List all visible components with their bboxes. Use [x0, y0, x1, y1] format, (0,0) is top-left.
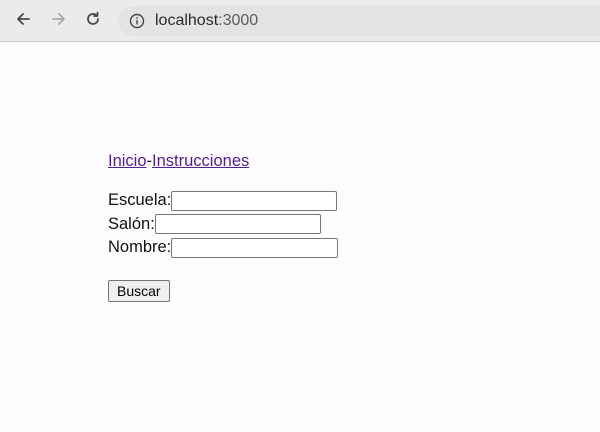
forward-button[interactable]	[48, 10, 70, 32]
reload-button[interactable]	[82, 10, 104, 32]
url-host: localhost	[155, 12, 219, 29]
info-icon[interactable]	[128, 12, 146, 30]
reload-icon	[84, 10, 102, 33]
buscar-button[interactable]: Buscar	[108, 279, 170, 302]
nombre-label: Nombre:	[108, 238, 172, 257]
nombre-row: Nombre:	[108, 236, 339, 260]
back-button[interactable]	[12, 10, 34, 32]
forward-arrow-icon	[50, 10, 68, 33]
address-bar[interactable]: localhost:3000	[118, 6, 600, 36]
instrucciones-link[interactable]: Instrucciones	[152, 152, 249, 170]
salon-input[interactable]	[154, 214, 321, 235]
url-text: localhost:3000	[155, 12, 258, 30]
back-arrow-icon	[14, 10, 32, 33]
escuela-row: Escuela:	[108, 189, 338, 213]
escuela-label: Escuela:	[108, 191, 172, 210]
inicio-link[interactable]: Inicio	[108, 152, 147, 170]
page-content: Inicio-Instrucciones Escuela: Salón: Nom…	[108, 150, 339, 302]
search-form: Escuela: Salón: Nombre: Buscar	[108, 189, 339, 302]
url-port: :3000	[218, 12, 259, 29]
nombre-input[interactable]	[171, 237, 339, 258]
browser-toolbar: localhost:3000	[0, 0, 600, 42]
nav-links: Inicio-Instrucciones	[108, 150, 338, 172]
salon-label: Salón:	[108, 214, 155, 233]
salon-row: Salón:	[108, 213, 338, 237]
escuela-input[interactable]	[171, 190, 338, 211]
